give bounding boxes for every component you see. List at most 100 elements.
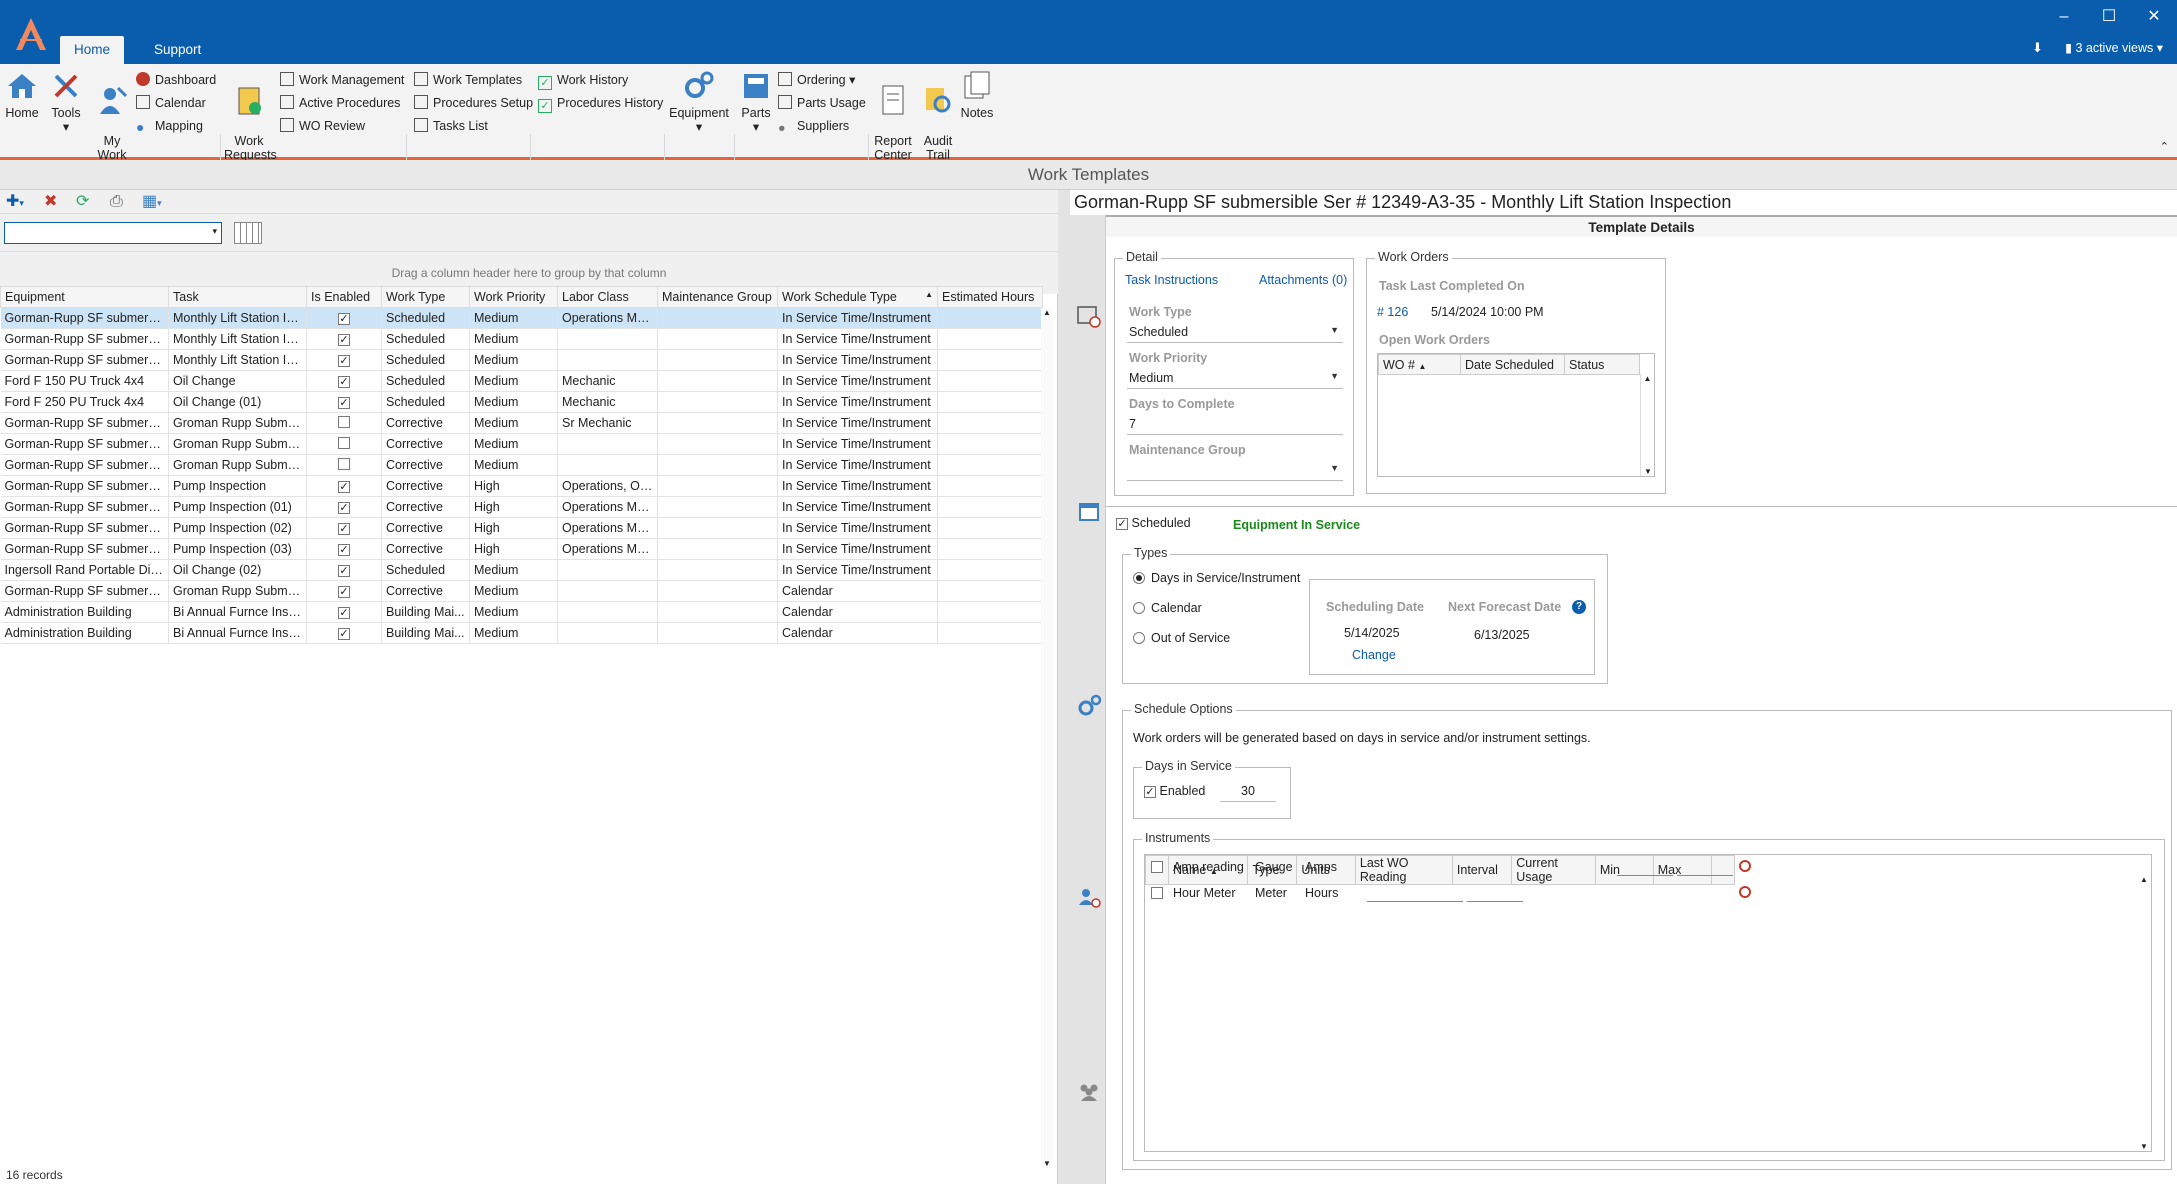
table-row[interactable]: Administration Building Bi Annual Furnce … [0,622,1043,644]
grid-col-work-schedule-type[interactable]: Work Schedule Type ▲ [777,286,938,308]
help-icon[interactable]: ? [1572,600,1586,614]
work-priority-select[interactable]: Medium ▼ [1127,369,1343,389]
enabled-checkbox[interactable]: ✓ [338,355,350,367]
table-row[interactable]: Gorman-Rupp SF submersib... Groman Rupp S… [0,412,1043,434]
grid-col-work-priority[interactable]: Work Priority [469,286,558,308]
days-enabled-checkbox[interactable]: ✓ Enabled [1144,784,1205,798]
grid-view-icon[interactable] [234,222,262,244]
table-row[interactable]: Gorman-Rupp SF submersib... Pump Inspecti… [0,475,1043,497]
clock-icon[interactable] [1739,860,1751,872]
maintenance-group-select[interactable]: ▼ [1127,461,1343,481]
table-row[interactable]: Gorman-Rupp SF submersib... Groman Rupp S… [0,580,1043,602]
minimize-icon[interactable]: – [2046,6,2082,28]
layout-icon[interactable]: ▦▾ [142,192,162,212]
work-management-button[interactable]: Work Management [280,70,404,90]
report-center-button[interactable]: Report Center [870,70,916,162]
tools-button[interactable]: Tools ▾ [48,70,84,134]
change-link[interactable]: Change [1352,648,1396,662]
work-order-link[interactable]: # 126 [1377,305,1408,319]
maximize-icon[interactable]: ☐ [2091,6,2127,28]
collapse-ribbon-icon[interactable]: ⌃ [2160,140,2169,153]
print-icon[interactable]: ⎙ [110,192,123,212]
days-in-service-radio[interactable]: Days in Service/Instrument [1133,571,1300,585]
enabled-checkbox[interactable]: ✓ [338,376,350,388]
clock-icon[interactable] [1739,886,1751,898]
window-icon[interactable] [1076,499,1102,525]
enabled-checkbox[interactable]: ✓ [338,313,350,325]
wo-scrollbar[interactable]: ▲ ▼ [1640,374,1654,476]
task-instructions-link[interactable]: Task Instructions [1125,273,1218,287]
calendar-radio[interactable]: Calendar [1133,601,1202,615]
enabled-checkbox[interactable]: ✓ [338,586,350,598]
grid-col-task[interactable]: Task [168,286,307,308]
table-row[interactable]: Gorman-Rupp SF submersib... Monthly Lift … [0,328,1043,350]
grid-col-maintenance-group[interactable]: Maintenance Group [657,286,778,308]
instrument-row[interactable]: Hour Meter Meter Hours [1145,881,2151,907]
equipment-button[interactable]: Equipment ▾ [668,70,730,134]
table-row[interactable]: Ford F 150 PU Truck 4x4 Oil Change ✓ Schedu… [0,370,1043,392]
attachments-link[interactable]: Attachments (0) [1259,273,1347,287]
work-type-select[interactable]: Scheduled ▼ [1127,323,1343,343]
enabled-checkbox[interactable]: ✓ [338,607,350,619]
grid-col-work-type[interactable]: Work Type [381,286,470,308]
close-icon[interactable]: ✕ [2136,6,2172,28]
enabled-checkbox[interactable]: ✓ [338,397,350,409]
calendar-button[interactable]: Calendar [136,93,206,113]
wo-number-col[interactable]: WO # ▲ [1378,354,1461,375]
my-work-button[interactable]: My Work [94,70,130,162]
procedures-setup-button[interactable]: Procedures Setup [414,93,533,113]
table-row[interactable]: Gorman-Rupp SF submersib... Pump Inspecti… [0,496,1043,518]
add-icon[interactable]: ✚▾ [6,192,24,212]
delete-icon[interactable]: ✖ [44,192,57,212]
pane-splitter[interactable] [1058,190,1070,1184]
audit-trail-button[interactable]: Audit Trail [918,70,958,162]
table-row[interactable]: Ingersoll Rand Portable Dies... Oil Chang… [0,559,1043,581]
grid-col-estimated-hours[interactable]: Estimated Hours [937,286,1043,308]
download-icon[interactable]: ⬇ [2032,40,2043,56]
equipment-gears-icon[interactable] [1076,693,1102,719]
procedures-history-button[interactable]: ✓ Procedures History [538,93,663,113]
days-value-input[interactable]: 30 [1220,782,1276,802]
schedule-icon[interactable] [1076,303,1102,329]
work-history-button[interactable]: ✓ Work History [538,70,628,90]
active-procedures-button[interactable]: Active Procedures [280,93,400,113]
suppliers-button[interactable]: ● Suppliers [778,116,849,136]
refresh-icon[interactable]: ⟳ [76,192,89,212]
parts-usage-button[interactable]: Parts Usage [778,93,866,113]
enabled-checkbox[interactable]: ✓ [338,502,350,514]
group-people-icon[interactable] [1076,1079,1102,1105]
enabled-checkbox[interactable]: ✓ [338,628,350,640]
enabled-checkbox[interactable] [338,415,350,428]
dashboard-button[interactable]: Dashboard [136,70,216,90]
grid-col-is-enabled[interactable]: Is Enabled [306,286,382,308]
enabled-checkbox[interactable] [338,457,350,470]
last-wo-reading-input[interactable] [1367,901,1463,902]
instrument-checkbox[interactable] [1151,887,1163,899]
notes-button[interactable]: Notes [958,70,996,120]
interval-input[interactable] [1467,901,1523,902]
out-of-service-radio[interactable]: Out of Service [1133,631,1230,645]
enabled-checkbox[interactable]: ✓ [338,544,350,556]
table-row[interactable]: Gorman-Rupp SF submersib... Pump Inspecti… [0,538,1043,560]
enabled-checkbox[interactable]: ✓ [338,523,350,535]
scheduled-checkbox[interactable]: ✓ Scheduled [1116,516,1191,530]
active-views-dropdown[interactable]: ▮ 3 active views ▾ [2065,40,2163,55]
grid-scrollbar[interactable]: ▲ ▼ [1041,308,1053,1168]
work-requests-button[interactable]: Work Requests [224,70,277,162]
status-col[interactable]: Status [1564,354,1640,375]
instrument-checkbox[interactable] [1151,861,1163,873]
search-input[interactable]: ▾ [4,222,222,244]
tab-home[interactable]: Home [60,36,125,64]
table-row[interactable]: Gorman-Rupp SF submersib... Monthly Lift … [0,307,1043,329]
work-templates-button[interactable]: Work Templates [414,70,522,90]
home-button[interactable]: Home [4,70,40,120]
enabled-checkbox[interactable] [338,436,350,449]
instruments-scrollbar[interactable]: ▲ ▼ [2137,875,2151,1151]
tab-support[interactable]: Support [140,36,215,64]
grid-col-equipment[interactable]: Equipment [0,286,169,308]
days-to-complete-input[interactable]: 7 [1127,415,1343,435]
grid-col-labor-class[interactable]: Labor Class [557,286,658,308]
wo-review-button[interactable]: WO Review [280,116,365,136]
table-row[interactable]: Ford F 250 PU Truck 4x4 Oil Change (01) ✓ S… [0,391,1043,413]
enabled-checkbox[interactable]: ✓ [338,565,350,577]
